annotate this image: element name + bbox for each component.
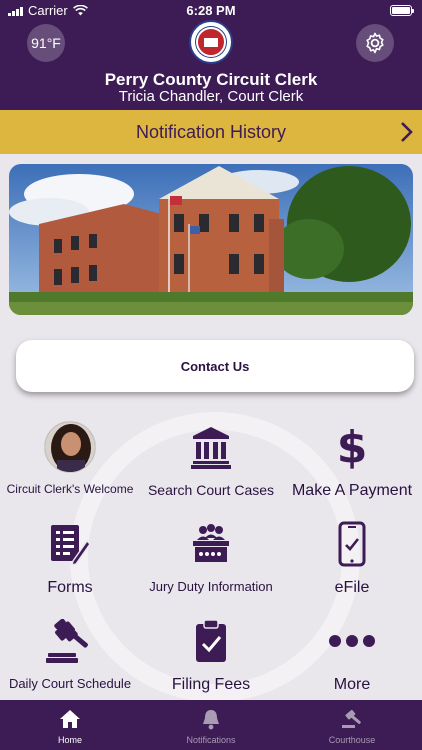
courthouse-photo (9, 164, 413, 315)
more-dots-icon (329, 635, 375, 647)
dollar-icon: $ (336, 421, 368, 473)
more-tile[interactable]: More (282, 612, 422, 708)
clerk-welcome-label: Circuit Clerk's Welcome (6, 482, 134, 496)
chevron-right-icon (401, 122, 413, 142)
app-header: Carrier 6:28 PM 91°F Perry County Circui… (0, 0, 422, 110)
efile-label: eFile (334, 579, 370, 596)
clipboard-check-icon (196, 619, 226, 662)
gavel-icon (342, 709, 361, 728)
temperature-badge[interactable]: 91°F (27, 24, 65, 62)
tab-notifications[interactable]: Notifications (141, 700, 281, 750)
settings-gear-icon[interactable] (356, 24, 394, 62)
search-court-cases-label: Search Court Cases (147, 482, 275, 498)
make-payment-label: Make A Payment (291, 482, 413, 499)
search-court-cases-tile[interactable]: Search Court Cases (141, 418, 281, 514)
app-subtitle: Tricia Chandler, Court Clerk (118, 88, 304, 105)
daily-court-schedule-label: Daily Court Schedule (8, 676, 132, 691)
clerk-welcome-tile[interactable]: Circuit Clerk's Welcome (0, 418, 140, 514)
notification-history-bar[interactable]: Notification History (0, 110, 422, 154)
bottom-tab-bar: Home Notifications Courthouse (0, 700, 422, 750)
gavel-icon (46, 619, 88, 663)
more-label: More (333, 676, 371, 693)
tab-home[interactable]: Home (0, 700, 140, 750)
tab-notifications-label: Notifications (186, 735, 236, 745)
contact-us-label: Contact Us (180, 358, 250, 374)
courthouse-icon (191, 427, 231, 469)
status-time: 6:28 PM (186, 3, 236, 18)
tab-courthouse[interactable]: Courthouse (282, 700, 422, 750)
app-title: Perry County Circuit Clerk (104, 70, 318, 89)
clerk-photo-avatar (44, 421, 96, 473)
notification-history-label: Notification History (135, 121, 287, 142)
filing-fees-label: Filing Fees (171, 676, 251, 693)
jury-duty-tile[interactable]: Jury Duty Information (141, 515, 281, 611)
make-payment-tile[interactable]: $ Make A Payment (282, 418, 422, 514)
forms-label: Forms (47, 579, 93, 596)
daily-court-schedule-tile[interactable]: Daily Court Schedule (0, 612, 140, 708)
home-icon (60, 710, 80, 728)
county-seal-logo (189, 20, 233, 64)
tab-home-label: Home (57, 735, 82, 745)
efile-tile[interactable]: eFile (282, 515, 422, 611)
battery-icon (390, 5, 414, 16)
tab-courthouse-label: Courthouse (328, 735, 376, 745)
jury-duty-label: Jury Duty Information (149, 579, 273, 594)
status-bar: Carrier 6:28 PM (0, 0, 422, 22)
forms-tile[interactable]: Forms (0, 515, 140, 611)
forms-icon (51, 525, 91, 565)
jury-box-icon (193, 524, 229, 562)
bell-icon (203, 710, 219, 730)
filing-fees-tile[interactable]: Filing Fees (141, 612, 281, 708)
phone-check-icon (338, 521, 366, 567)
contact-us-button[interactable]: Contact Us (16, 340, 414, 392)
